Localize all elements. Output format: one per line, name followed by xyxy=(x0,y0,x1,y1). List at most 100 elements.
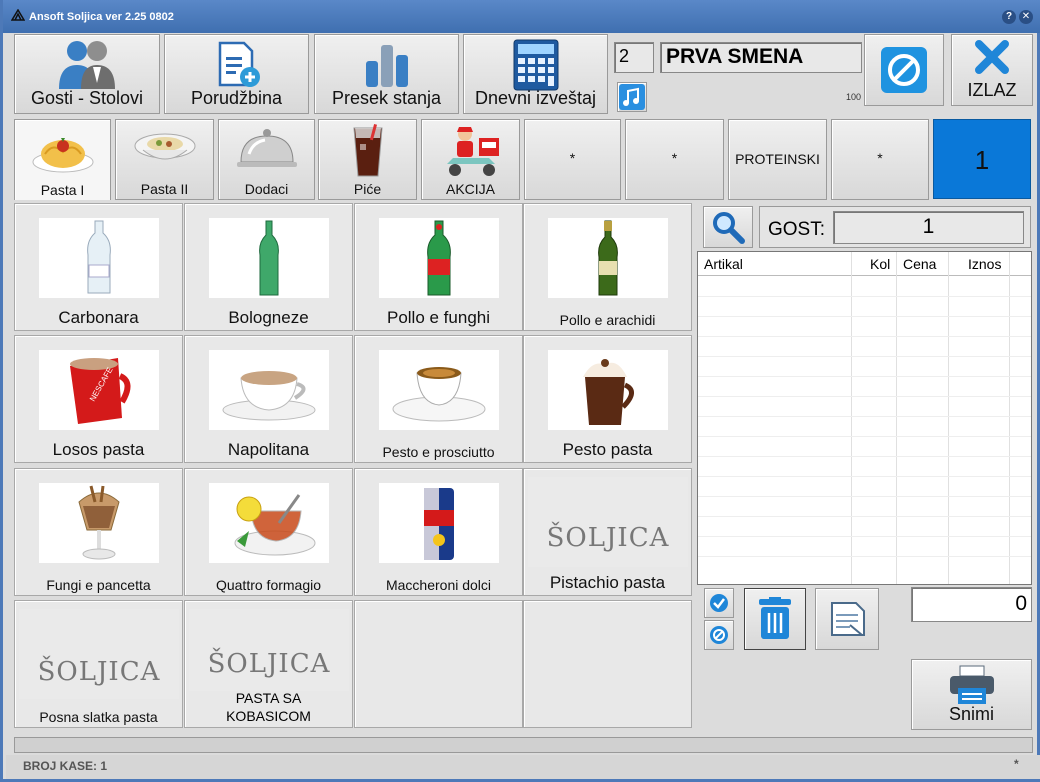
cancel-item-button[interactable] xyxy=(704,620,734,650)
gosti-stolovi-label: Gosti - Stolovi xyxy=(30,88,144,108)
product-posna-slatka-pasta[interactable]: ŠOLJICA Posna slatka pasta xyxy=(14,600,183,728)
check-icon xyxy=(710,594,728,612)
product-quattro-formagio[interactable]: Quattro formagio xyxy=(184,468,353,596)
total-field: 0 xyxy=(911,587,1032,622)
presek-stanja-button[interactable]: Presek stanja xyxy=(314,34,459,114)
shift-number-field[interactable]: 2 xyxy=(614,42,654,73)
product-label: Maccheroni dolci xyxy=(385,577,492,593)
category-empty-1[interactable]: * xyxy=(524,119,621,200)
product-maccheroni-dolci[interactable]: Maccheroni dolci xyxy=(354,468,523,596)
product-pasta-sa-kobasicom[interactable]: ŠOLJICA PASTA SA KOBASICOM xyxy=(184,600,353,728)
main-window: Ansoft Soljica ver 2.25 0802 ? ✕ Gosti -… xyxy=(0,0,1040,782)
close-icon[interactable]: ✕ xyxy=(1019,10,1033,24)
drink-icon xyxy=(352,124,383,177)
product-label: Fungi e pancetta xyxy=(46,577,151,593)
guest-label: GOST: xyxy=(768,219,826,240)
water-bottle-icon xyxy=(87,220,111,294)
product-slot-empty-2[interactable] xyxy=(523,600,692,728)
printer-icon xyxy=(949,665,994,704)
cloche-icon xyxy=(236,129,297,167)
product-label: Pollo e funghi xyxy=(386,308,491,327)
dnevni-izvestaj-label: Dnevni izveštaj xyxy=(474,88,597,108)
product-pollo-e-funghi[interactable]: Pollo e funghi xyxy=(354,203,523,331)
espresso-icon xyxy=(392,367,486,422)
guest-number-field[interactable]: 1 xyxy=(833,211,1024,244)
category-pasta-2[interactable]: Pasta II xyxy=(115,119,214,200)
product-label: Quattro formagio xyxy=(215,577,322,593)
shift-name-field: PRVA SMENA xyxy=(660,42,862,73)
category-empty-3[interactable]: * xyxy=(831,119,929,200)
search-button[interactable] xyxy=(703,206,753,248)
help-icon[interactable]: ? xyxy=(1002,10,1016,24)
category-pasta-1[interactable]: Pasta I xyxy=(14,119,111,200)
category-label: * xyxy=(569,150,576,166)
product-label: Napolitana xyxy=(227,440,310,459)
guests-icon xyxy=(59,41,115,89)
category-proteinski[interactable]: PROTEINSKI xyxy=(728,119,827,200)
product-pesto-pasta[interactable]: Pesto pasta xyxy=(523,335,692,463)
product-label: Pollo e arachidi xyxy=(559,312,656,328)
coffee-cup-icon xyxy=(222,371,316,421)
status-bar xyxy=(14,737,1033,753)
product-losos-pasta[interactable]: NESCAFE Losos pasta xyxy=(14,335,183,463)
cancel-button[interactable] xyxy=(864,34,944,106)
hot-chocolate-icon xyxy=(583,359,634,425)
product-label: Pesto pasta xyxy=(562,440,653,459)
order-table[interactable]: Artikal Kol Cena Iznos xyxy=(697,251,1032,585)
category-dodaci[interactable]: Dodaci xyxy=(218,119,315,200)
broj-kase-label: BROJ KASE: 1 xyxy=(23,759,108,773)
spaghetti-icon xyxy=(32,138,93,173)
delivery-icon xyxy=(446,127,499,176)
product-bologneze[interactable]: Bologneze xyxy=(184,203,353,331)
product-carbonara[interactable]: Carbonara xyxy=(14,203,183,331)
category-label: Piće xyxy=(353,181,382,197)
bar-chart-icon xyxy=(365,45,408,87)
new-order-icon xyxy=(218,41,260,87)
porudzbina-label: Porudžbina xyxy=(190,88,283,108)
soljica-logo: ŠOLJICA xyxy=(19,609,179,699)
product-label: Posna slatka pasta xyxy=(39,709,158,725)
product-pollo-e-arachidi[interactable]: Pollo e arachidi xyxy=(523,203,692,331)
category-label: * xyxy=(671,150,678,166)
trash-icon xyxy=(759,597,791,639)
title-bar: Ansoft Soljica ver 2.25 0802 ? ✕ xyxy=(3,0,1040,33)
gosti-stolovi-button[interactable]: Gosti - Stolovi xyxy=(14,34,160,114)
ice-cream-icon xyxy=(78,485,120,560)
izlaz-button[interactable]: IZLAZ xyxy=(951,34,1033,106)
green-bottle-icon xyxy=(259,220,279,296)
print-receipt-button[interactable] xyxy=(815,588,879,650)
product-pistachio-pasta[interactable]: ŠOLJICA Pistachio pasta xyxy=(523,468,692,596)
confirm-item-button[interactable] xyxy=(704,588,734,618)
product-label: Bologneze xyxy=(228,308,309,327)
order-table-header: Artikal Kol Cena Iznos xyxy=(698,252,1031,276)
bowl-icon xyxy=(134,133,195,160)
product-fungi-e-pancetta[interactable]: Fungi e pancetta xyxy=(14,468,183,596)
category-pice[interactable]: Piće xyxy=(318,119,417,200)
snimi-button[interactable]: Snimi xyxy=(911,659,1032,730)
category-label: * xyxy=(877,150,883,166)
guest-panel: GOST: 1 xyxy=(759,206,1031,248)
beer-bottle-icon xyxy=(598,220,618,296)
delete-button[interactable] xyxy=(744,588,806,650)
column-cena: Cena xyxy=(903,256,937,272)
porudzbina-button[interactable]: Porudžbina xyxy=(164,34,309,114)
footer-bar: BROJ KASE: 1 * xyxy=(6,755,1040,779)
category-akcija[interactable]: AKCIJA xyxy=(421,119,520,200)
product-napolitana[interactable]: Napolitana xyxy=(184,335,353,463)
product-slot-empty-1[interactable] xyxy=(354,600,523,728)
category-empty-2[interactable]: * xyxy=(625,119,724,200)
dnevni-izvestaj-button[interactable]: Dnevni izveštaj xyxy=(463,34,608,114)
page-number-indicator[interactable]: 1 xyxy=(933,119,1031,199)
window-title: Ansoft Soljica ver 2.25 0802 xyxy=(29,11,174,23)
search-icon xyxy=(713,212,745,244)
music-button[interactable] xyxy=(617,82,647,112)
receipt-icon xyxy=(831,602,865,636)
product-pesto-e-prosciutto[interactable]: Pesto e prosciutto xyxy=(354,335,523,463)
mineral-water-icon xyxy=(427,220,451,296)
category-label: Pasta II xyxy=(140,181,189,197)
energy-can-icon xyxy=(424,488,454,560)
footer-indicator: * xyxy=(1014,757,1019,771)
izlaz-label: IZLAZ xyxy=(967,80,1017,100)
column-artikal: Artikal xyxy=(704,256,743,272)
category-label: Pasta I xyxy=(40,182,85,198)
